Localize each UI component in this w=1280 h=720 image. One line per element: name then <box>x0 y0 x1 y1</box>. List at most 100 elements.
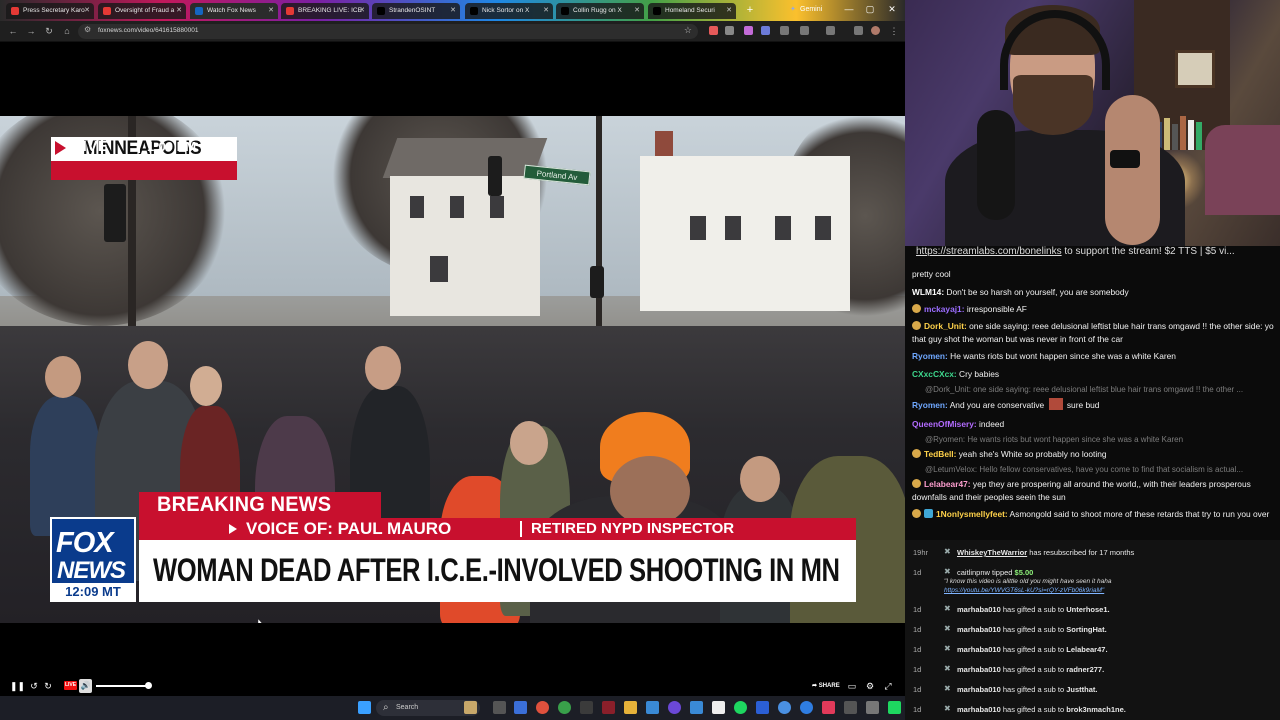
site-info-icon[interactable]: ⚙ <box>84 25 91 34</box>
feed-user[interactable]: marhaba010 <box>957 665 1001 674</box>
tab-close-icon[interactable]: ✕ <box>359 3 365 19</box>
taskbar-app-icon[interactable] <box>800 701 813 714</box>
chat-username[interactable]: WLM14: <box>912 287 944 297</box>
feed-recipient[interactable]: Lelabear47. <box>1066 645 1107 654</box>
feed-user[interactable]: caitlinpnw <box>957 568 990 577</box>
browser-tab[interactable]: Watch Fox News ✕ <box>190 3 278 19</box>
extensions-puzzle-icon[interactable] <box>800 26 809 35</box>
browser-tab[interactable]: Nick Sortor on X ✕ <box>465 3 553 19</box>
browser-tab[interactable]: Collin Rugg on X ✕ <box>556 3 644 19</box>
taskbar-app-icon[interactable] <box>602 701 615 714</box>
tab-close-icon[interactable]: ✕ <box>450 3 456 19</box>
feed-recipient[interactable]: SortingHat. <box>1066 625 1106 634</box>
start-windows-icon[interactable] <box>358 701 371 714</box>
taskbar-app-icon[interactable] <box>668 701 681 714</box>
taskbar-app-icon[interactable] <box>464 701 477 714</box>
extension-icon[interactable] <box>854 26 863 35</box>
new-tab-button[interactable]: + <box>744 3 756 17</box>
extension-icon[interactable] <box>761 26 770 35</box>
feed-recipient[interactable]: Unterhose1. <box>1066 605 1109 614</box>
extension-icon[interactable] <box>780 26 789 35</box>
share-button[interactable]: ➦ SHARE <box>812 680 840 692</box>
tab-close-icon[interactable]: ✕ <box>634 3 640 19</box>
tab-close-icon[interactable]: ✕ <box>176 3 182 19</box>
feed-user[interactable]: marhaba010 <box>957 645 1001 654</box>
bookmark-star-icon[interactable]: ☆ <box>684 25 692 36</box>
menu-kebab-icon[interactable]: ⋮ <box>887 24 901 38</box>
chat-username[interactable]: mckayaj1: <box>924 304 965 314</box>
chat-username[interactable]: Lelabear47: <box>924 479 971 489</box>
play-arrow-icon <box>229 524 237 534</box>
feed-user[interactable]: marhaba010 <box>957 625 1001 634</box>
taskbar-app-icon[interactable] <box>844 701 857 714</box>
volume-icon[interactable]: 🔊 <box>79 679 92 693</box>
tab-close-icon[interactable]: ✕ <box>268 3 274 19</box>
extension-icon[interactable] <box>744 26 753 35</box>
tip-link[interactable]: https://youtu.be/YWVGT6sL-kU?si=rQY-zVFb… <box>944 587 1104 594</box>
chat-badge-icon <box>912 449 921 458</box>
chat-username[interactable]: 1Nonlysmellyfeet: <box>936 509 1008 519</box>
close-window-button[interactable]: ✕ <box>885 2 899 16</box>
feed-user[interactable]: marhaba010 <box>957 705 1001 714</box>
file-explorer-icon[interactable] <box>624 701 637 714</box>
taskbar-app-icon[interactable] <box>756 701 769 714</box>
chat-username[interactable]: Ryomen: <box>912 351 948 361</box>
chrome-icon[interactable] <box>536 701 549 714</box>
settings-gear-icon[interactable]: ⚙ <box>864 679 876 693</box>
feed-user[interactable]: marhaba010 <box>957 605 1001 614</box>
browser-tab[interactable]: Oversight of Fraud a ✕ <box>98 3 186 19</box>
taskbar-app-icon[interactable] <box>558 701 571 714</box>
chat-username[interactable]: Dork_Unit: <box>924 321 967 331</box>
feed-user[interactable]: WhiskeyTheWarrior <box>957 548 1027 557</box>
home-icon[interactable]: ⌂ <box>60 24 74 38</box>
forward-icon[interactable]: → <box>24 24 38 38</box>
feed-recipient[interactable]: radner277. <box>1066 665 1104 674</box>
taskbar-app-icon[interactable] <box>646 701 659 714</box>
taskbar-app-icon[interactable] <box>690 701 703 714</box>
taskbar-app-icon[interactable] <box>778 701 791 714</box>
tab-close-icon[interactable]: ✕ <box>726 3 732 19</box>
taskbar-app-icon[interactable] <box>514 701 527 714</box>
back-icon[interactable]: ← <box>6 24 20 38</box>
taskbar-app-icon[interactable] <box>712 701 725 714</box>
feed-recipient[interactable]: Justthat. <box>1066 685 1097 694</box>
rewind-icon[interactable]: ↺ <box>28 679 40 693</box>
volume-slider[interactable] <box>96 685 148 687</box>
pause-icon[interactable]: ❚❚ <box>10 679 25 693</box>
extension-icon[interactable] <box>709 26 718 35</box>
browser-tab[interactable]: BREAKING LIVE: ICE ✕ <box>281 3 369 19</box>
sidebar-icon[interactable] <box>826 26 835 35</box>
volume-knob[interactable] <box>145 682 152 689</box>
chat-username[interactable]: Ryomen: <box>912 400 948 410</box>
reply-text: @Dork_Unit: one side saying: reee delusi… <box>925 385 1244 394</box>
browser-tab[interactable]: StrandenOSINT ✕ <box>372 3 460 19</box>
tab-close-icon[interactable]: ✕ <box>84 3 90 19</box>
gemini-button[interactable]: Gemini <box>788 3 836 17</box>
task-view-icon[interactable] <box>493 701 506 714</box>
feed-time: 19hr <box>913 548 929 557</box>
feed-user[interactable]: marhaba010 <box>957 685 1001 694</box>
taskbar-app-icon[interactable] <box>822 701 835 714</box>
browser-tab[interactable]: Homeland Securi ✕ <box>648 3 736 19</box>
captions-icon[interactable]: ▭ <box>846 679 858 693</box>
fullscreen-icon[interactable]: ⤢ <box>882 679 894 693</box>
taskbar-app-icon[interactable] <box>888 701 901 714</box>
tab-close-icon[interactable]: ✕ <box>543 3 549 19</box>
maximize-button[interactable]: ▢ <box>863 2 877 16</box>
feed-recipient[interactable]: brok3nmach1ne. <box>1066 705 1126 714</box>
reload-icon[interactable]: ↻ <box>42 24 56 38</box>
chat-username[interactable]: CXxcCXcx: <box>912 369 957 379</box>
profile-avatar[interactable] <box>871 26 880 35</box>
forward-skip-icon[interactable]: ↻ <box>42 679 54 693</box>
extension-icon[interactable] <box>725 26 734 35</box>
browser-tab[interactable]: Press Secretary Karo ✕ <box>6 3 94 19</box>
banner-link[interactable]: https://streamlabs.com/bonelinks <box>916 246 1062 257</box>
taskbar-app-icon[interactable] <box>866 701 879 714</box>
live-badge[interactable]: LIVE <box>64 681 77 690</box>
chat-username[interactable]: TedBell: <box>924 449 956 459</box>
chat-username[interactable]: QueenOfMisery: <box>912 419 977 429</box>
taskbar-app-icon[interactable] <box>580 701 593 714</box>
url-field[interactable]: ⚙ foxnews.com/video/6416158800​01 ☆ <box>78 24 698 39</box>
spotify-icon[interactable] <box>734 701 747 714</box>
minimize-button[interactable]: — <box>842 2 856 16</box>
